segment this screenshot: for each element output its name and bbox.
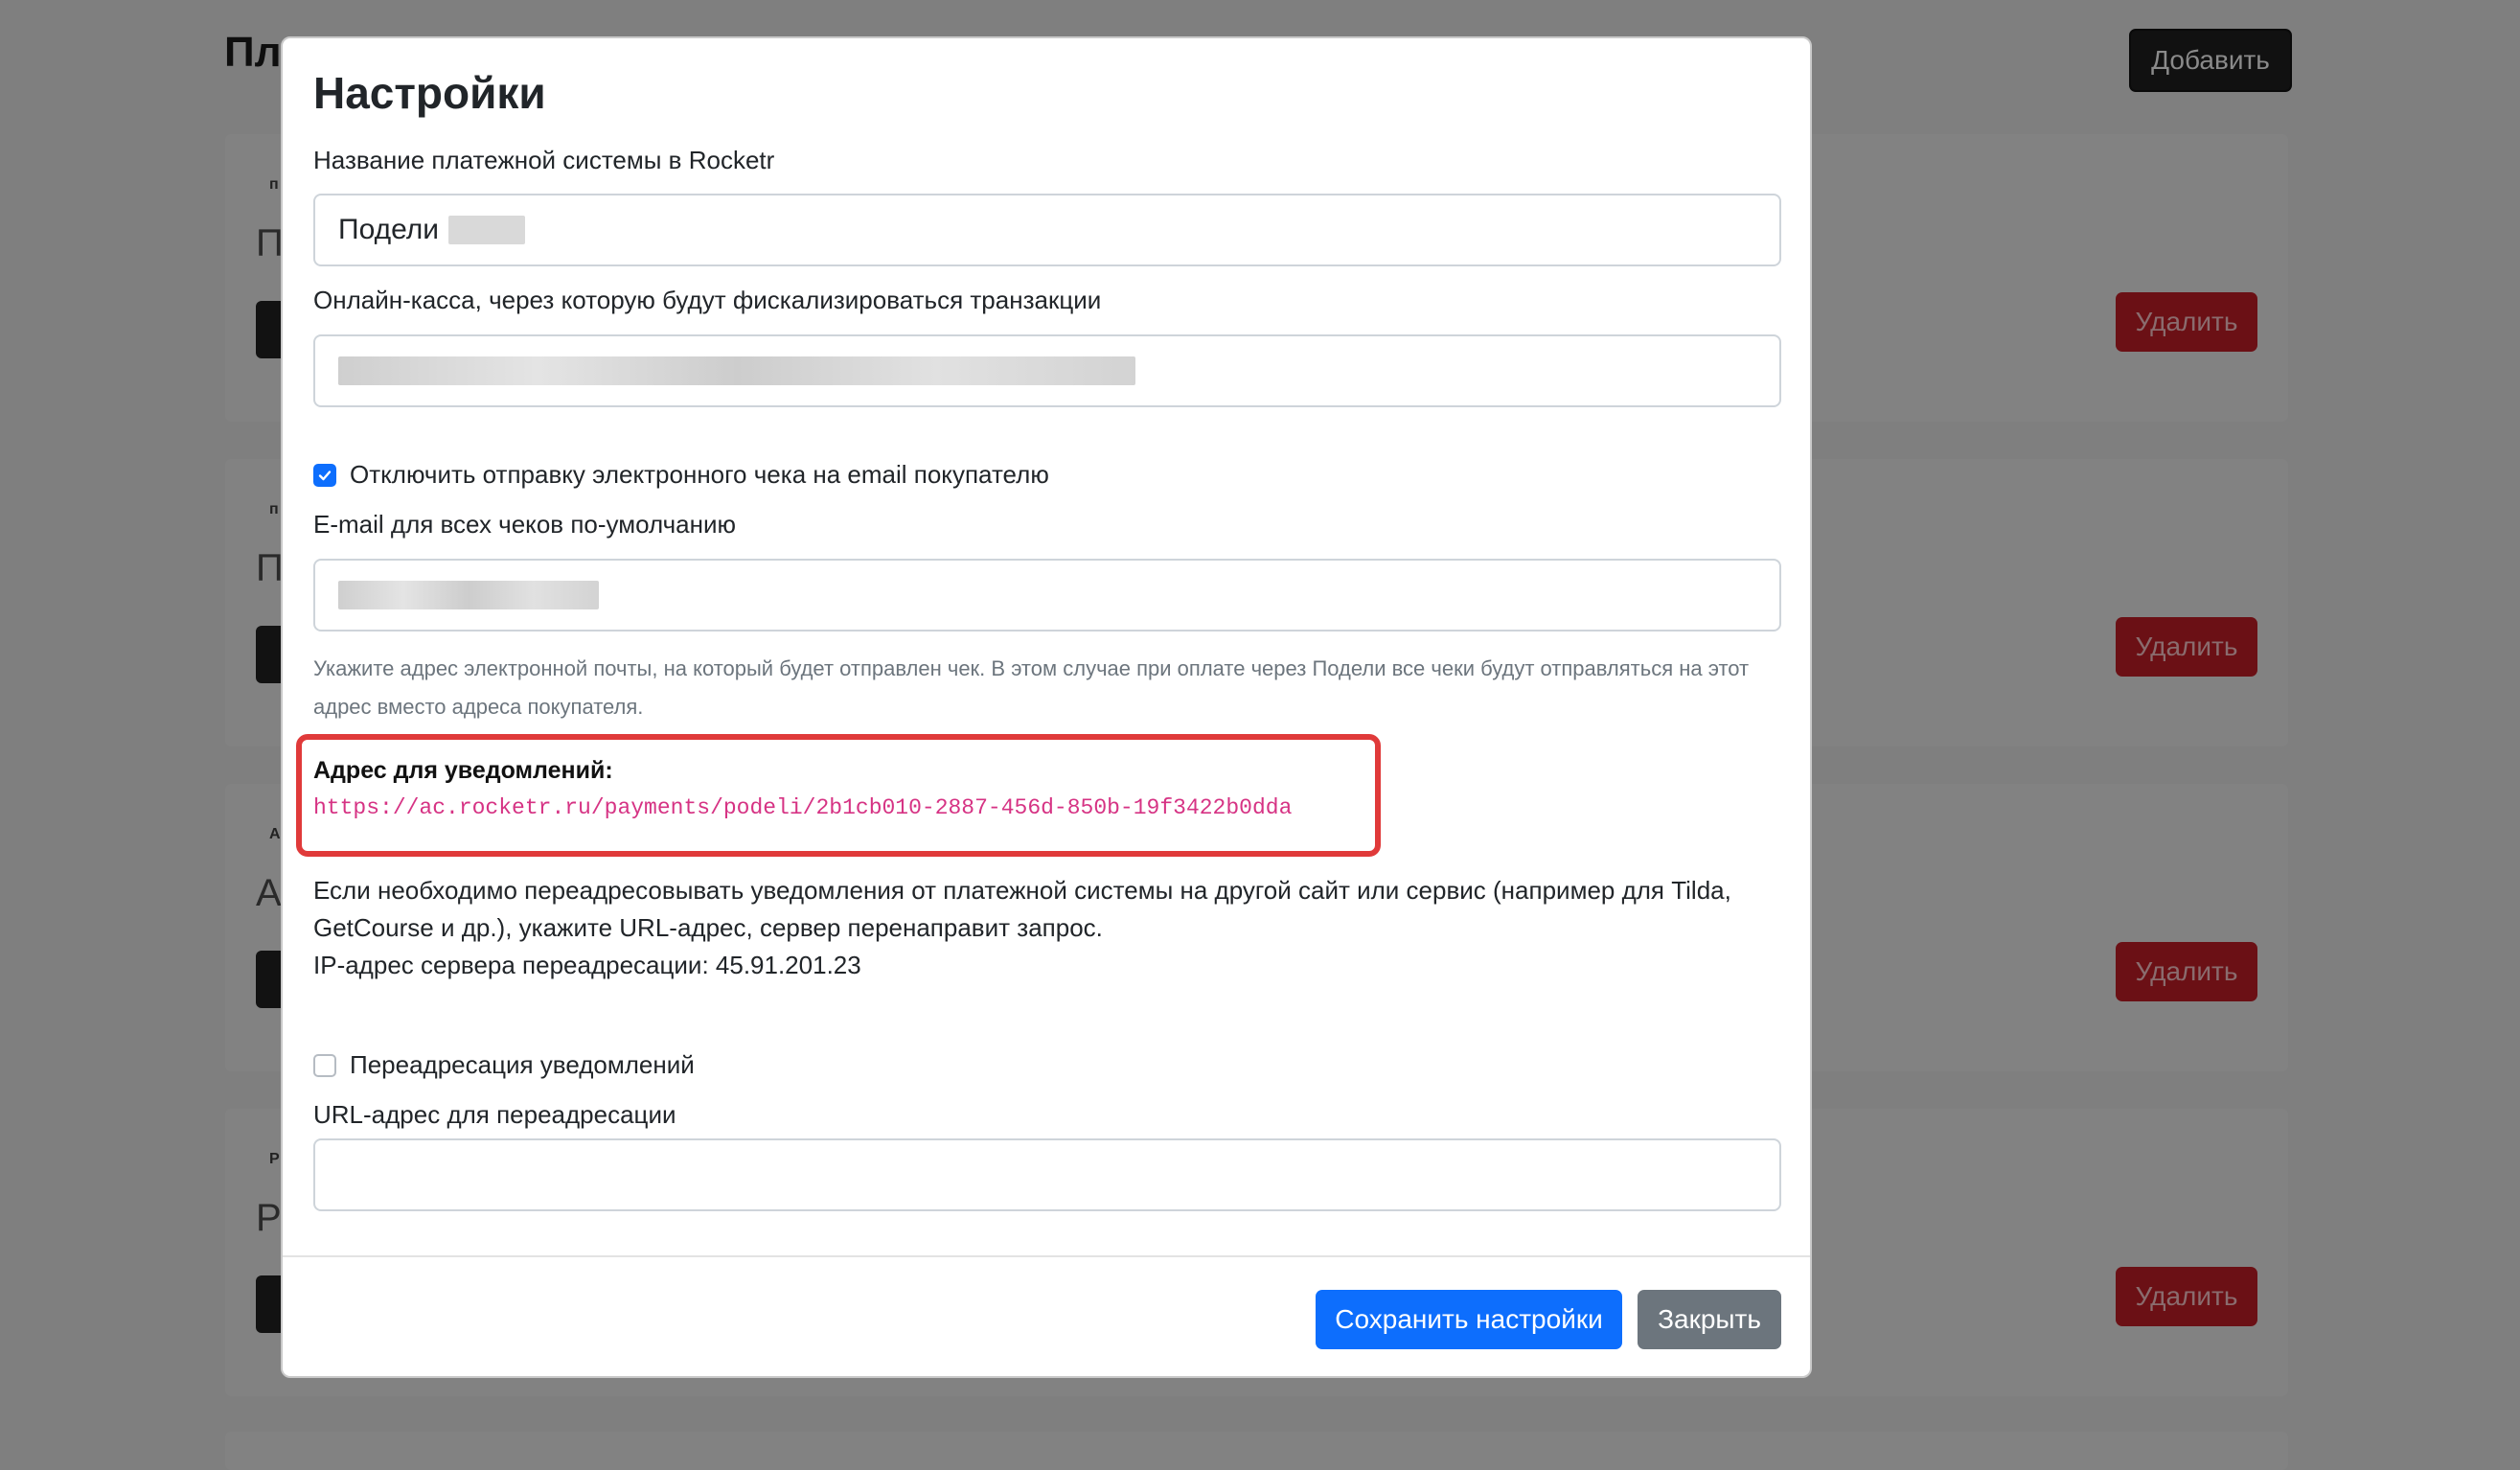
email-label: E-mail для всех чеков по-умолчанию	[313, 510, 736, 539]
close-button[interactable]: Закрыть	[1638, 1290, 1781, 1349]
modal-title: Настройки	[313, 68, 546, 118]
notify-url[interactable]: https://ac.rocketr.ru/payments/podeli/2b…	[313, 795, 1292, 820]
name-input-value: Подели	[338, 214, 440, 245]
card-title: Р	[256, 1197, 282, 1239]
email-help-text: Укажите адрес электронной почты, на кото…	[313, 656, 1750, 719]
modal-footer-divider	[283, 1255, 1810, 1257]
redirect-row[interactable]: Переадресация уведомлений	[313, 1050, 695, 1080]
kassa-select[interactable]	[313, 334, 1781, 407]
check-icon	[318, 470, 332, 480]
save-settings-button[interactable]: Сохранить настройки	[1316, 1290, 1622, 1349]
card-title: А	[256, 872, 282, 914]
card-label: А	[269, 826, 281, 842]
notify-label: Адрес для уведомлений:	[313, 757, 613, 784]
kassa-label: Онлайн-касса, через которую будут фискал…	[313, 286, 1102, 314]
redacted-text	[338, 581, 599, 609]
card-label: п	[269, 176, 279, 193]
delete-button[interactable]: Удалить	[2116, 942, 2257, 1001]
disable-receipt-row[interactable]: Отключить отправку электронного чека на …	[313, 460, 1049, 490]
email-input[interactable]	[313, 559, 1781, 632]
redirect-info: Если необходимо переадресовывать уведомл…	[313, 872, 1794, 984]
card-title: П	[256, 547, 284, 589]
redirect-label: Переадресация уведомлений	[350, 1050, 695, 1079]
page-title: Пл	[224, 29, 282, 76]
delete-button[interactable]: Удалить	[2116, 617, 2257, 677]
disable-receipt-checkbox[interactable]	[313, 463, 336, 487]
redacted-text	[338, 356, 1135, 385]
disable-receipt-label: Отключить отправку электронного чека на …	[350, 460, 1049, 489]
name-input[interactable]: Подели	[313, 194, 1781, 266]
add-button[interactable]: Добавить	[2129, 29, 2292, 92]
settings-modal: Настройки Название платежной системы в R…	[281, 36, 1812, 1378]
delete-button[interactable]: Удалить	[2116, 1267, 2257, 1326]
card-title: П	[256, 222, 284, 264]
redirect-ip-text: IP-адрес сервера переадресации: 45.91.20…	[313, 951, 861, 979]
card-label: п	[269, 501, 279, 517]
card-label: Р	[269, 1151, 280, 1167]
redirect-url-input[interactable]	[313, 1138, 1781, 1211]
payment-card	[225, 1432, 2288, 1470]
name-label: Название платежной системы в Rocketr	[313, 146, 775, 174]
redacted-text	[448, 216, 526, 244]
redirect-url-label: URL-адрес для переадресации	[313, 1100, 676, 1129]
redirect-checkbox[interactable]	[313, 1053, 336, 1077]
delete-button[interactable]: Удалить	[2116, 292, 2257, 352]
redirect-info-text: Если необходимо переадресовывать уведомл…	[313, 876, 1731, 942]
